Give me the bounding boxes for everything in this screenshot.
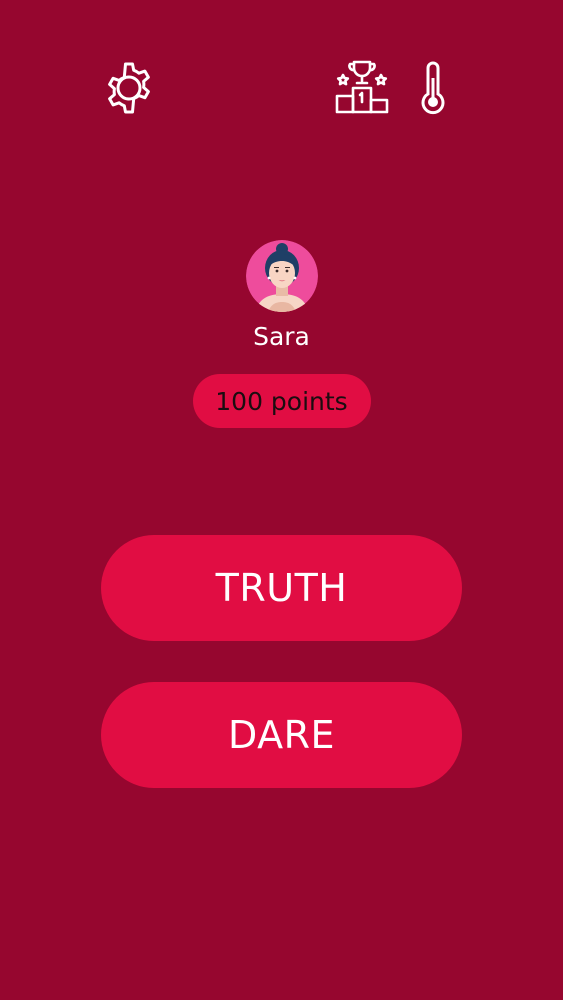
settings-button[interactable] [101, 60, 157, 116]
thermometer-icon [421, 61, 445, 115]
game-screen: Sara 100 points TRUTH DARE [0, 0, 563, 1000]
player-name: Sara [253, 322, 310, 351]
leaderboard-button[interactable] [333, 58, 391, 116]
intensity-button[interactable] [414, 58, 452, 116]
woman-avatar-icon [245, 240, 318, 312]
truth-button[interactable]: TRUTH [101, 535, 462, 641]
trophy-podium-icon [335, 60, 389, 114]
points-badge: 100 points [192, 374, 371, 428]
dare-button[interactable]: DARE [101, 682, 462, 788]
player-card: Sara 100 points [0, 240, 563, 428]
gear-icon [108, 62, 150, 114]
avatar [245, 240, 318, 312]
